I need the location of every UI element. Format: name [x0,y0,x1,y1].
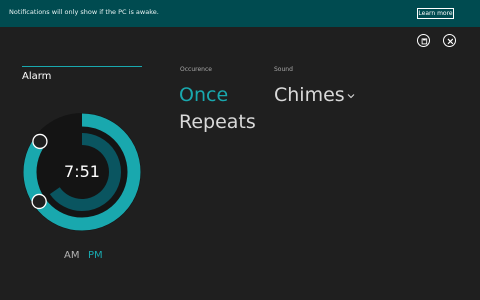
banner-message: Notifications will only show if the PC i… [9,8,159,16]
title-underline [22,66,142,67]
close-icon [447,38,454,45]
sound-label: Sound [274,66,293,73]
occurrence-label: Occurence [180,66,212,73]
notification-banner: Notifications will only show if the PC i… [0,0,480,27]
pm-toggle[interactable]: PM [88,250,103,261]
hour-handle[interactable] [32,133,48,150]
alarm-title: Alarm [22,71,52,82]
occurrence-option-once[interactable]: Once [179,84,228,106]
close-button[interactable] [443,34,456,47]
sound-value: Chimes [274,84,345,106]
learn-more-button[interactable]: Learn more [417,8,454,19]
save-icon [421,38,428,45]
save-button[interactable] [417,34,430,47]
sound-dropdown[interactable]: Chimes [274,84,355,106]
minute-handle[interactable] [31,193,47,210]
chevron-down-icon [347,93,355,98]
time-display: 7:51 [64,162,100,181]
am-toggle[interactable]: AM [64,250,79,261]
occurrence-option-repeats[interactable]: Repeats [179,111,256,133]
